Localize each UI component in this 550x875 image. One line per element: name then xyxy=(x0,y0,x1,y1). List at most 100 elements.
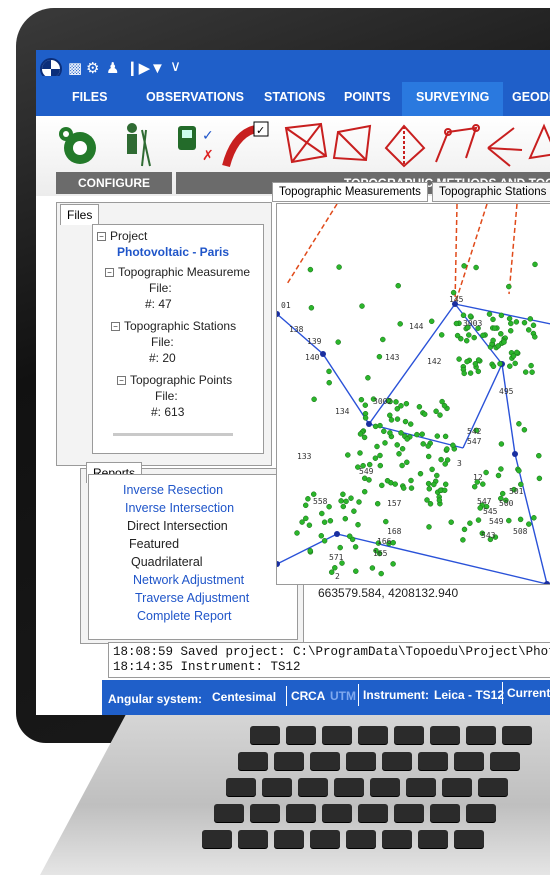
survey-point xyxy=(374,500,381,507)
survey-point xyxy=(421,411,428,417)
radiation-icon[interactable] xyxy=(487,127,523,167)
collapse-icon[interactable]: − xyxy=(97,232,106,242)
survey-point xyxy=(480,332,486,339)
report-network-adjustment[interactable]: Network Adjustment xyxy=(133,573,244,587)
keyboard-key xyxy=(394,726,424,744)
survey-point xyxy=(507,363,513,369)
configure-gears-icon[interactable] xyxy=(59,127,96,164)
survey-point xyxy=(453,320,460,327)
point-label: 547 xyxy=(477,497,492,506)
survey-point xyxy=(399,446,406,452)
survey-point xyxy=(480,481,486,487)
project-name[interactable]: Photovoltaic - Paris xyxy=(117,245,229,259)
survey-point xyxy=(408,485,415,491)
collapse-icon[interactable]: − xyxy=(111,322,120,332)
point-label: 140 xyxy=(305,353,320,362)
files-panel-tab[interactable]: Files xyxy=(60,204,100,225)
app-screen: ▩ ⚙ ♟ ❙▶ ▼ ∨ FILES OBSERVATIONS STATIONS… xyxy=(36,50,550,715)
total-station-icon[interactable]: ✓ ✗ xyxy=(178,126,214,164)
survey-point xyxy=(529,369,535,375)
utm-toggle[interactable]: UTM xyxy=(330,686,356,706)
survey-point xyxy=(319,510,325,517)
keyboard-key xyxy=(502,726,532,744)
polygon-icon[interactable] xyxy=(528,123,550,160)
instrument-label: Instrument: xyxy=(358,684,429,706)
tree-file-label: File: xyxy=(155,389,178,403)
orientation-line xyxy=(454,204,488,305)
survey-point xyxy=(402,418,409,425)
survey-point xyxy=(498,466,504,472)
surveyor-icon[interactable] xyxy=(127,123,151,167)
survey-point xyxy=(428,318,435,325)
keyboard-key xyxy=(442,778,472,796)
keyboard-key xyxy=(418,752,448,770)
keyboard-key xyxy=(490,752,520,770)
survey-point xyxy=(377,422,383,429)
tree-count: #: 47 xyxy=(145,297,172,311)
tree-file-label: File: xyxy=(149,281,172,295)
survey-point xyxy=(506,517,512,524)
network-icon[interactable] xyxy=(284,122,328,164)
ca-toggle[interactable]: CA xyxy=(308,686,325,706)
survey-point xyxy=(516,467,522,474)
map-tabs: Topographic Measurements Topographic Sta… xyxy=(272,180,550,202)
report-traverse-adjustment[interactable]: Traverse Adjustment xyxy=(135,591,249,605)
survey-point xyxy=(390,561,396,567)
resection-icon[interactable]: ✓ xyxy=(222,121,269,168)
survey-point xyxy=(388,417,395,423)
point-label: 165 xyxy=(373,549,388,558)
tab-files[interactable]: FILES xyxy=(72,90,107,104)
report-inverse-resection[interactable]: Inverse Resection xyxy=(123,483,223,497)
survey-point xyxy=(513,319,520,325)
survey-point xyxy=(408,477,414,484)
quadrilateral-icon[interactable] xyxy=(332,124,372,162)
survey-point xyxy=(394,442,400,448)
keyboard-key xyxy=(382,830,412,848)
tree-node-points[interactable]: Topographic Points xyxy=(130,373,232,387)
survey-point xyxy=(473,264,479,271)
tab-stations[interactable]: STATIONS xyxy=(264,90,325,104)
keyboard-key xyxy=(250,726,280,744)
log-line: 18:14:35 Instrument: TS12 xyxy=(113,660,301,674)
tree-node-stations[interactable]: Topographic Stations xyxy=(124,319,236,333)
collapse-icon[interactable]: − xyxy=(117,376,126,386)
survey-map[interactable]: 01 138 139 140 145 144 143 3003 134 3002 142 133 549… xyxy=(276,203,550,585)
tab-topographic-stations[interactable]: Topographic Stations xyxy=(432,182,550,202)
cr-toggle[interactable]: CR xyxy=(286,686,308,706)
collapse-icon[interactable]: − xyxy=(105,268,114,278)
survey-point xyxy=(398,403,404,409)
report-inverse-intersection[interactable]: Inverse Intersection xyxy=(125,501,234,515)
tab-topographic-measurements[interactable]: Topographic Measurements xyxy=(272,182,428,202)
survey-point xyxy=(486,311,493,317)
keyboard-key xyxy=(358,804,388,822)
survey-point xyxy=(517,516,524,523)
survey-point xyxy=(448,519,454,525)
survey-point xyxy=(536,475,543,482)
survey-point xyxy=(353,568,359,574)
tab-geodes[interactable]: GEODES xyxy=(512,90,550,104)
angular-system-value[interactable]: Centesimal xyxy=(212,690,276,704)
survey-point xyxy=(328,569,335,575)
intersection-icon[interactable] xyxy=(384,124,426,168)
tab-surveying[interactable]: SURVEYING xyxy=(402,82,504,116)
tree-node-measurements[interactable]: Topographic Measureme xyxy=(118,265,250,279)
tab-points[interactable]: POINTS xyxy=(344,90,391,104)
survey-point xyxy=(434,472,440,479)
survey-point xyxy=(355,521,361,528)
horizontal-scrollbar[interactable] xyxy=(113,433,233,436)
point-label: 01 xyxy=(281,301,291,310)
survey-point xyxy=(397,321,403,327)
traverse-icon[interactable] xyxy=(435,124,480,163)
survey-point xyxy=(311,396,317,403)
report-complete-report[interactable]: Complete Report xyxy=(137,609,232,623)
survey-point xyxy=(358,396,365,403)
survey-point xyxy=(394,416,401,422)
map-canvas[interactable]: 01 138139 140 145 144 143 3003 134 3002 142 133 549… xyxy=(277,204,550,584)
survey-point xyxy=(377,452,383,459)
tab-observations[interactable]: OBSERVATIONS xyxy=(146,90,244,104)
survey-point xyxy=(308,305,315,311)
instrument-value[interactable]: Leica - TS12 xyxy=(434,684,504,706)
chevrons-down-icon[interactable]: ∨ xyxy=(170,58,181,76)
survey-point xyxy=(383,518,389,525)
point-label: 3002 xyxy=(373,397,392,406)
